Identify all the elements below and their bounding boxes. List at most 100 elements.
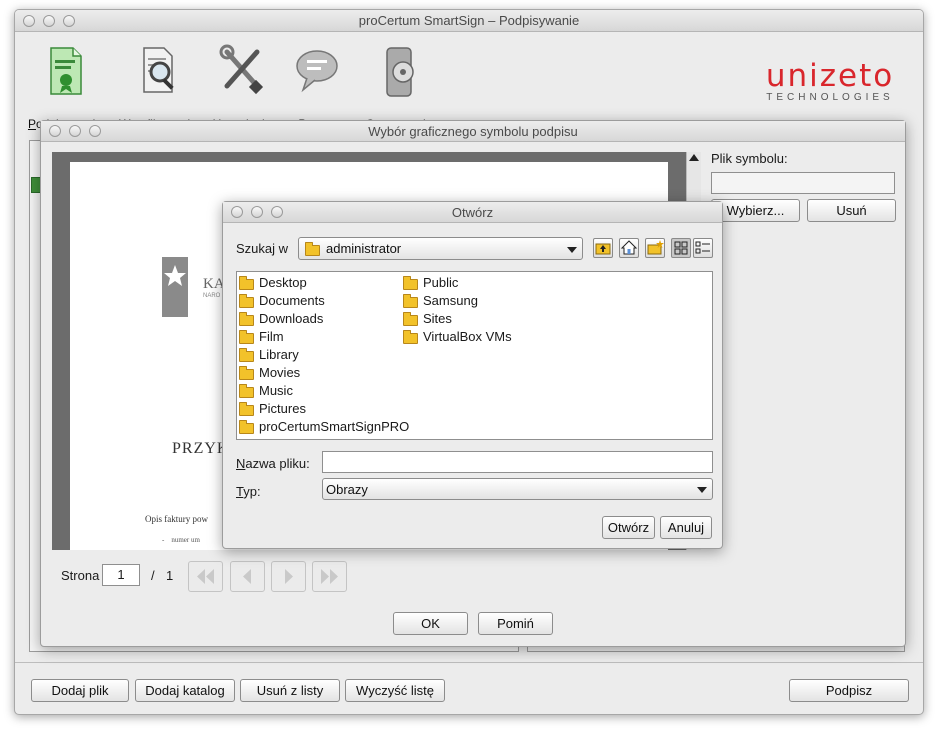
add-file-button[interactable]: Dodaj plik	[31, 679, 129, 702]
file-name: Desktop	[259, 275, 307, 290]
folder-icon	[239, 348, 254, 362]
open-button[interactable]: Otwórz	[602, 516, 655, 539]
close-window-button[interactable]	[23, 15, 35, 27]
page-label: Strona	[61, 568, 100, 583]
first-page-icon	[197, 569, 214, 584]
add-folder-button[interactable]: Dodaj katalog	[135, 679, 235, 702]
folder-icon	[239, 294, 254, 308]
symbol-file-label: Plik symbolu:	[711, 151, 788, 166]
file-name: Samsung	[423, 293, 478, 308]
close-dialog-button[interactable]	[231, 206, 243, 218]
window-title: proCertum SmartSign – Podpisywanie	[358, 13, 580, 28]
filename-input[interactable]	[322, 451, 713, 473]
last-page-button[interactable]	[312, 561, 347, 592]
file-name: Music	[259, 383, 293, 398]
type-label: Typ:	[236, 484, 261, 499]
folder-icon	[305, 242, 320, 256]
cancel-button[interactable]: Anuluj	[660, 516, 712, 539]
filename-label: Nazwa pliku:	[236, 456, 310, 471]
file-name: VirtualBox VMs	[423, 329, 512, 344]
page-separator: /	[151, 568, 155, 583]
remove-from-list-button[interactable]: Usuń z listy	[240, 679, 340, 702]
minimize-dialog-button[interactable]	[251, 206, 263, 218]
look-in-dropdown[interactable]: administrator	[298, 237, 583, 260]
details-view-icon	[695, 241, 710, 254]
folder-icon	[239, 276, 254, 290]
brand-logo-subtext: TECHNOLOGIES	[766, 92, 894, 103]
sign-button[interactable]: Podpisz	[789, 679, 909, 702]
open-dialog-title-bar: Otwórz	[223, 202, 722, 223]
file-name: Library	[259, 347, 299, 362]
toolbar-ustawienia[interactable]: Ustawienia	[207, 32, 277, 131]
chevron-down-icon	[697, 487, 707, 493]
zoom-dialog-button[interactable]	[271, 206, 283, 218]
minimize-dialog-button[interactable]	[69, 125, 81, 137]
zoom-dialog-button[interactable]	[89, 125, 101, 137]
main-title-bar: proCertum SmartSign – Podpisywanie	[15, 10, 923, 32]
bottom-divider	[15, 662, 923, 663]
document-line: - numer um	[162, 536, 200, 544]
open-file-dialog: Otwórz Szukaj w administrator Desktop Doc…	[222, 201, 723, 549]
file-name: Movies	[259, 365, 301, 380]
next-page-icon	[285, 569, 293, 584]
close-dialog-button[interactable]	[49, 125, 61, 137]
folder-icon	[403, 312, 418, 326]
chevron-down-icon	[567, 247, 577, 253]
brand-logo: unizeto TECHNOLOGIES	[745, 60, 915, 103]
scroll-up-arrow-icon[interactable]	[689, 154, 699, 161]
symbol-file-field[interactable]	[711, 172, 895, 194]
last-page-icon	[321, 569, 338, 584]
document-logo-icon	[162, 257, 188, 317]
first-page-button[interactable]	[188, 561, 223, 592]
page-number-input[interactable]: 1	[102, 564, 140, 586]
list-view-button[interactable]	[671, 238, 691, 258]
folder-icon	[403, 294, 418, 308]
choose-symbol-button[interactable]: Wybierz...	[711, 199, 800, 222]
remove-symbol-button[interactable]: Usuń	[807, 199, 896, 222]
verify-magnifier-icon	[143, 47, 174, 93]
up-folder-button[interactable]	[593, 238, 613, 258]
new-folder-button[interactable]	[645, 238, 665, 258]
open-dialog-title: Otwórz	[451, 205, 494, 220]
file-name: Public	[423, 275, 459, 290]
zoom-window-button[interactable]	[63, 15, 75, 27]
folder-icon	[239, 402, 254, 416]
folder-icon	[403, 276, 418, 290]
folder-icon	[403, 330, 418, 344]
document-line: Opis faktury pow	[145, 514, 208, 524]
toolbar-podpisywanie[interactable]: Podpisywanie	[23, 32, 107, 131]
tools-icon	[219, 44, 264, 95]
folder-icon	[239, 420, 254, 434]
type-dropdown[interactable]: Obrazy	[322, 478, 713, 500]
folder-icon	[239, 384, 254, 398]
folder-icon	[239, 366, 254, 380]
about-disc-icon	[386, 47, 414, 97]
page-total: 1	[166, 568, 174, 583]
sign-document-icon	[50, 47, 82, 95]
home-button[interactable]	[619, 238, 639, 258]
next-page-button[interactable]	[271, 561, 306, 592]
list-view-icon	[674, 241, 688, 255]
document-subheader-fragment: NARO	[203, 293, 221, 299]
toolbar-o-programie[interactable]: O programie	[359, 32, 439, 131]
previous-page-icon	[243, 569, 251, 584]
skip-button[interactable]: Pomiń	[478, 612, 553, 635]
previous-page-button[interactable]	[230, 561, 265, 592]
symbol-dialog-title-bar: Wybór graficznego symbolu podpisu	[41, 121, 905, 142]
toolbar-pomoc[interactable]: Pomoc	[287, 32, 347, 131]
new-folder-icon	[647, 240, 664, 255]
file-list[interactable]: Desktop Documents Downloads Film Library Movi…	[236, 271, 713, 440]
ok-button[interactable]: OK	[393, 612, 468, 635]
home-icon	[620, 240, 638, 255]
document-heading-fragment: PRZYK	[172, 440, 230, 457]
toolbar-weryfikowanie[interactable]: Weryfikowanie	[113, 32, 203, 131]
folder-icon	[239, 330, 254, 344]
minimize-window-button[interactable]	[43, 15, 55, 27]
symbol-dialog-title: Wybór graficznego symbolu podpisu	[368, 124, 578, 139]
clear-list-button[interactable]: Wyczyść listę	[345, 679, 445, 702]
file-name: Pictures	[259, 401, 306, 416]
file-name: proCertumSmartSignPRO	[259, 419, 410, 434]
folder-icon	[239, 312, 254, 326]
file-name: Documents	[259, 293, 325, 308]
details-view-button[interactable]	[693, 238, 713, 258]
